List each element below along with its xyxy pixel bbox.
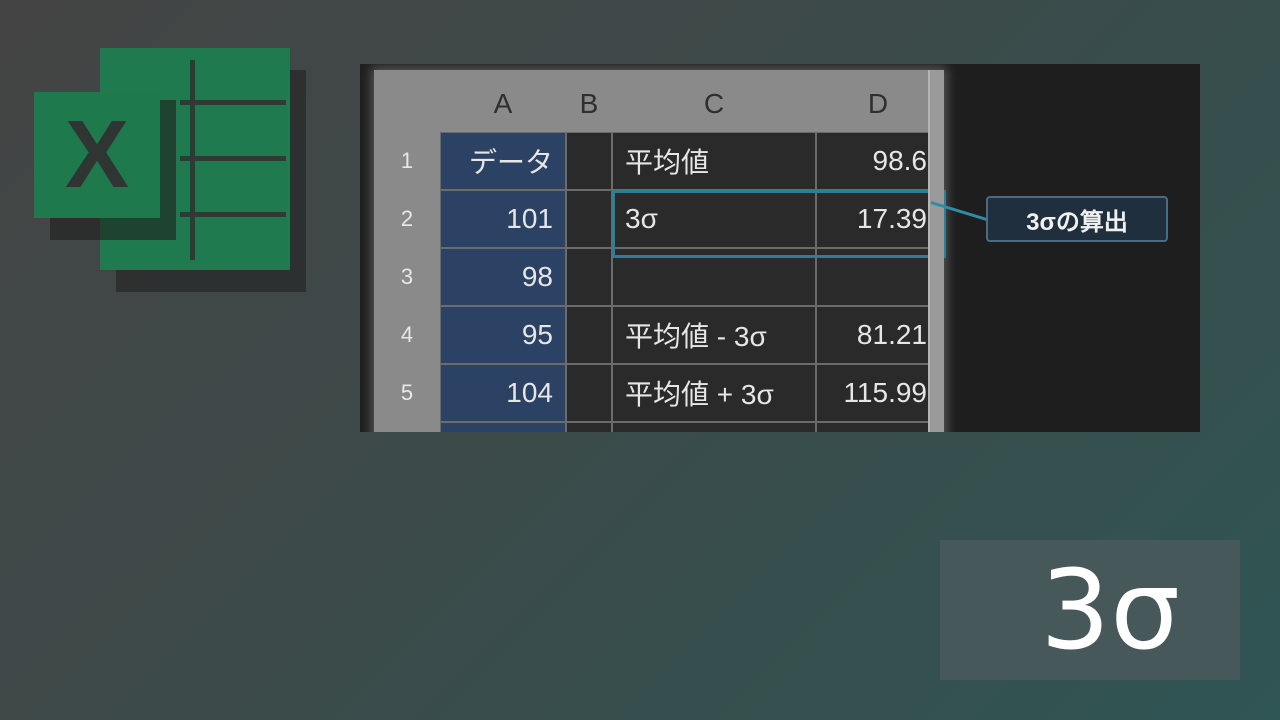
cell-b1[interactable] — [566, 132, 612, 190]
vertical-scrollbar[interactable] — [928, 70, 944, 432]
cell-d3[interactable] — [816, 248, 940, 306]
row-header-2[interactable]: 2 — [374, 190, 440, 248]
callout-label: 3σの算出 — [986, 196, 1168, 242]
column-header-c[interactable]: C — [612, 80, 816, 128]
column-header-b[interactable]: B — [566, 80, 612, 128]
cell-b4[interactable] — [566, 306, 612, 364]
logo-letter: X — [64, 101, 130, 208]
cell-c2[interactable]: 3σ — [612, 190, 816, 248]
cell-a1[interactable]: データ — [440, 132, 566, 190]
cell-c6[interactable] — [612, 422, 816, 432]
column-header-a[interactable]: A — [440, 80, 566, 128]
cell-d6[interactable] — [816, 422, 940, 432]
logo-grid-line — [180, 100, 286, 105]
row-header-4[interactable]: 4 — [374, 306, 440, 364]
spreadsheet-panel: A B C D 1 データ 平均値 98.6 2 101 3σ 17.39 3 … — [360, 64, 1200, 432]
spreadsheet-window: A B C D 1 データ 平均値 98.6 2 101 3σ 17.39 3 … — [374, 70, 946, 432]
cell-a6[interactable] — [440, 422, 566, 432]
logo-grid-line — [180, 156, 286, 161]
cell-c1[interactable]: 平均値 — [612, 132, 816, 190]
title-badge-text: 3σ — [1040, 546, 1180, 674]
cell-c4[interactable]: 平均値 - 3σ — [612, 306, 816, 364]
cell-d1[interactable]: 98.6 — [816, 132, 940, 190]
cell-c5[interactable]: 平均値 + 3σ — [612, 364, 816, 422]
row-header-1[interactable]: 1 — [374, 132, 440, 190]
cell-b2[interactable] — [566, 190, 612, 248]
cell-a2[interactable]: 101 — [440, 190, 566, 248]
cell-b5[interactable] — [566, 364, 612, 422]
cell-d5[interactable]: 115.99 — [816, 364, 940, 422]
row-header-5[interactable]: 5 — [374, 364, 440, 422]
cell-a4[interactable]: 95 — [440, 306, 566, 364]
title-badge: 3σ — [940, 540, 1240, 680]
cell-d2[interactable]: 17.39 — [816, 190, 940, 248]
cell-c3[interactable] — [612, 248, 816, 306]
logo-cover: X — [34, 92, 160, 218]
cell-b6[interactable] — [566, 422, 612, 432]
row-header-3[interactable]: 3 — [374, 248, 440, 306]
excel-logo-icon: X — [30, 44, 310, 294]
cell-a5[interactable]: 104 — [440, 364, 566, 422]
cell-a3[interactable]: 98 — [440, 248, 566, 306]
cell-d4[interactable]: 81.21 — [816, 306, 940, 364]
logo-grid-line — [180, 212, 286, 217]
cell-b3[interactable] — [566, 248, 612, 306]
column-header-d[interactable]: D — [816, 80, 940, 128]
